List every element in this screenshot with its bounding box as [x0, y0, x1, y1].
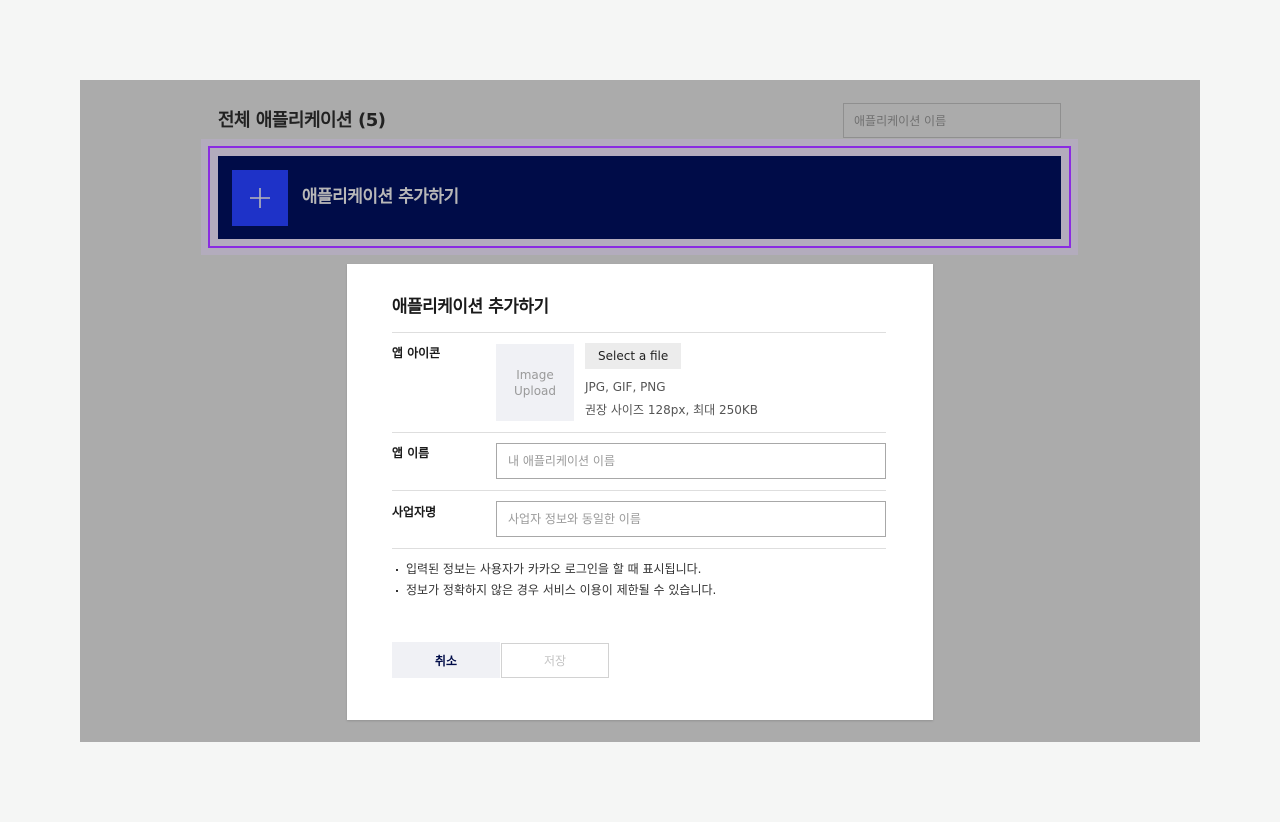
- app-name-label: 앱 이름: [392, 446, 430, 460]
- divider: [392, 548, 886, 549]
- add-application-label: 애플리케이션 추가하기: [302, 187, 459, 207]
- divider: [392, 332, 886, 333]
- notice-item: 정보가 정확하지 않은 경우 서비스 이용이 제한될 수 있습니다.: [392, 580, 716, 601]
- app-search-input[interactable]: [843, 103, 1061, 138]
- highlight-overlay: 애플리케이션 추가하기: [201, 139, 1078, 255]
- app-name-field[interactable]: [496, 443, 886, 479]
- dialog-title: 애플리케이션 추가하기: [392, 297, 549, 317]
- plus-icon: [232, 170, 288, 226]
- add-application-dialog: 애플리케이션 추가하기 앱 아이콘 Image Upload Select a …: [347, 264, 933, 720]
- file-size-hint: 권장 사이즈 128px, 최대 250KB: [585, 403, 758, 417]
- add-application-button[interactable]: 애플리케이션 추가하기: [218, 156, 1061, 239]
- file-format-hint: JPG, GIF, PNG: [585, 380, 666, 394]
- company-name-field[interactable]: [496, 501, 886, 537]
- image-upload-area[interactable]: Image Upload: [496, 344, 574, 421]
- divider: [392, 432, 886, 433]
- save-button[interactable]: 저장: [501, 643, 609, 678]
- page-title: 전체 애플리케이션 (5): [218, 110, 386, 131]
- app-icon-label: 앱 아이콘: [392, 346, 441, 360]
- notice-item: 입력된 정보는 사용자가 카카오 로그인을 할 때 표시됩니다.: [392, 559, 716, 580]
- notice-list: 입력된 정보는 사용자가 카카오 로그인을 할 때 표시됩니다. 정보가 정확하…: [392, 559, 716, 601]
- cancel-button[interactable]: 취소: [392, 642, 500, 678]
- image-upload-text: Upload: [513, 383, 557, 398]
- image-upload-text: Image: [516, 367, 554, 382]
- company-name-label: 사업자명: [392, 505, 437, 519]
- divider: [392, 490, 886, 491]
- select-file-button[interactable]: Select a file: [585, 343, 682, 369]
